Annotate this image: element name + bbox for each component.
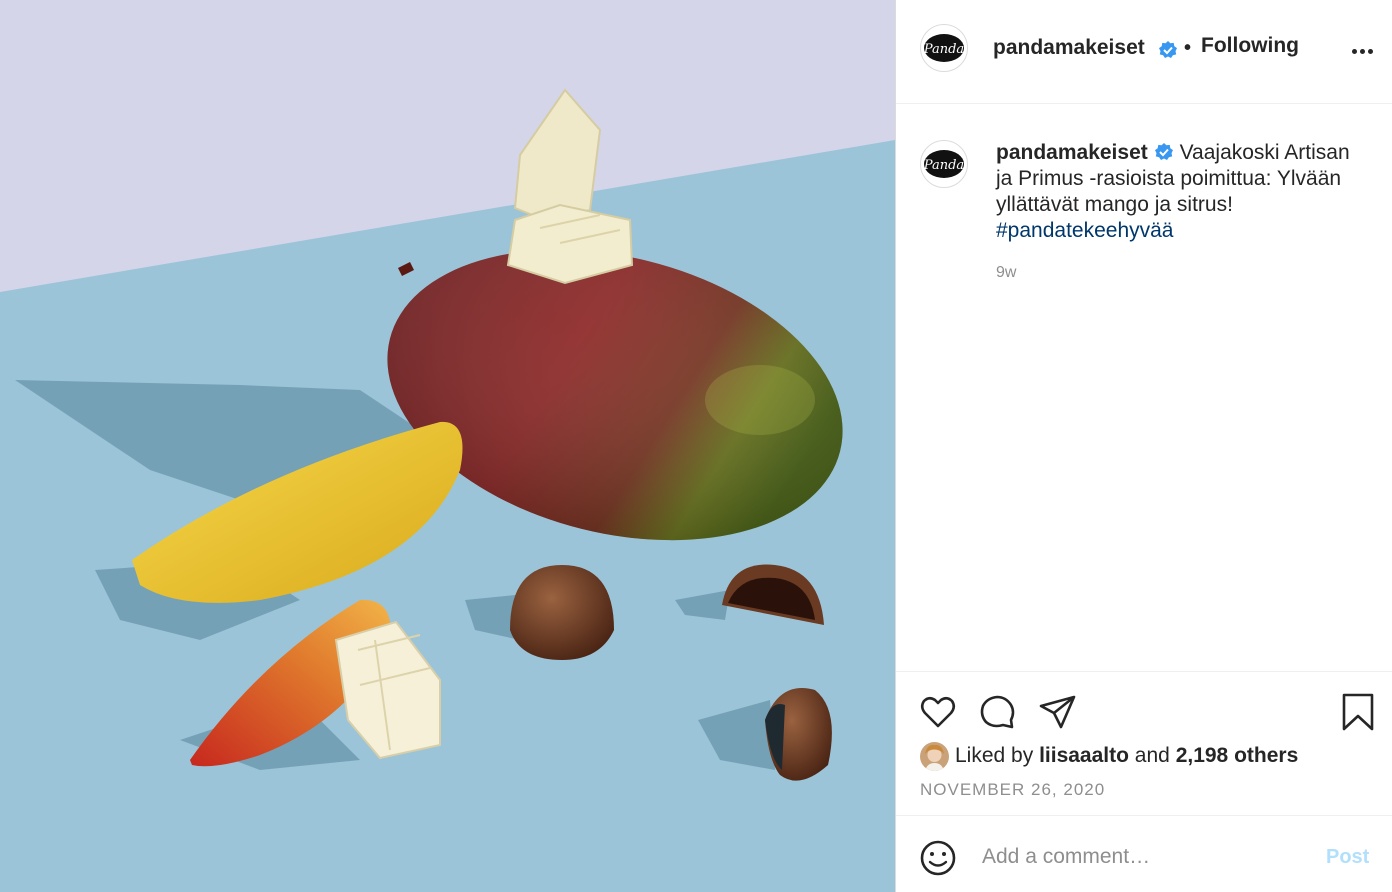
svg-text:Panda: Panda	[923, 158, 964, 173]
verified-badge-icon	[1158, 40, 1178, 65]
liked-by-prefix: Liked by	[955, 744, 1034, 767]
more-options-icon[interactable]	[1348, 40, 1378, 60]
liker-avatar[interactable]	[920, 741, 949, 771]
caption-avatar[interactable]: Panda	[920, 140, 968, 188]
verified-badge-icon	[1154, 140, 1174, 166]
likes-summary: Liked by liisaaalto and 2,198 others	[920, 740, 1298, 772]
bookmark-icon[interactable]	[1338, 692, 1378, 732]
chocolate-truffle-1	[510, 565, 614, 660]
post-date[interactable]: NOVEMBER 26, 2020	[920, 780, 1105, 800]
comment-bar: Post	[896, 815, 1392, 892]
heart-icon[interactable]	[918, 692, 958, 732]
comment-icon[interactable]	[978, 692, 1018, 732]
liked-by-joiner: and	[1134, 744, 1170, 767]
caption-timestamp[interactable]: 9w	[996, 264, 1016, 282]
svg-text:Panda: Panda	[923, 42, 964, 57]
separator-dot: •	[1184, 37, 1192, 59]
post-comment-button[interactable]: Post	[1326, 846, 1369, 869]
post-sidebar: Panda pandamakeiset • Following Panda pa…	[895, 0, 1392, 892]
caption-text: pandamakeiset Vaajakoski Artisan ja Prim…	[996, 140, 1366, 244]
caption-hashtag[interactable]: #pandatekeehyvää	[996, 219, 1174, 242]
caption-area: Panda pandamakeiset Vaajakoski Artisan j…	[896, 104, 1392, 671]
post-photo[interactable]	[0, 0, 895, 892]
chocolate-truffle-2	[765, 688, 832, 781]
following-button[interactable]: Following	[1201, 34, 1299, 58]
post-header: Panda pandamakeiset • Following	[896, 0, 1392, 104]
author-avatar[interactable]: Panda	[920, 24, 968, 72]
likes-count[interactable]: 2,198 others	[1176, 744, 1299, 768]
paper-plane-icon[interactable]	[1038, 692, 1078, 732]
comment-input[interactable]	[980, 838, 1304, 876]
author-username[interactable]: pandamakeiset	[993, 36, 1145, 60]
caption-username[interactable]: pandamakeiset	[996, 141, 1148, 164]
emoji-icon[interactable]	[918, 838, 958, 878]
liked-by-user[interactable]: liisaaalto	[1039, 744, 1129, 768]
post-actions: Liked by liisaaalto and 2,198 others NOV…	[896, 671, 1392, 815]
